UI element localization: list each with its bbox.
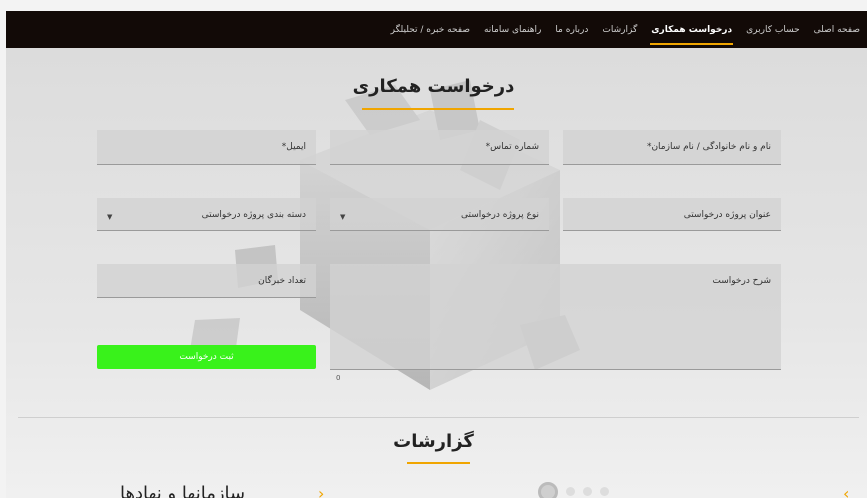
- experts-count-field[interactable]: تعداد خبرگان: [97, 264, 316, 298]
- reports-title: گزارشات: [393, 431, 474, 452]
- project-title-label: عنوان پروژه درخواستی: [683, 210, 771, 220]
- caret-down-icon: ▼: [107, 213, 113, 221]
- nav-item-cooperation-request[interactable]: درخواست همکاری: [644, 11, 739, 48]
- chevron-right-icon[interactable]: ›: [843, 484, 849, 498]
- email-field-label: ایمیل*: [281, 142, 306, 152]
- phone-field-label: شماره تماس*: [485, 142, 539, 152]
- project-category-label: دسته بندی پروژه درخواستی: [201, 210, 306, 220]
- carousel-dot[interactable]: [600, 487, 609, 496]
- name-field[interactable]: نام و نام خانوادگی / نام سازمان*: [563, 130, 781, 165]
- top-navbar: صفحه اصلی حساب کاربری درخواست همکاری گزا…: [6, 11, 867, 48]
- nav-item-account[interactable]: حساب کاربری: [739, 11, 807, 48]
- email-field[interactable]: ایمیل*: [97, 130, 316, 165]
- project-type-label: نوع پروژه درخواستی: [461, 210, 539, 220]
- name-field-label: نام و نام خانوادگی / نام سازمان*: [646, 142, 771, 152]
- carousel-dot[interactable]: [538, 482, 558, 498]
- nav-item-guide[interactable]: راهنمای سامانه: [477, 11, 548, 48]
- submit-button[interactable]: ثبت درخواست: [97, 345, 316, 369]
- nav-item-home[interactable]: صفحه اصلی: [807, 11, 867, 48]
- project-title-field[interactable]: عنوان پروژه درخواستی: [563, 198, 781, 231]
- nav-item-about[interactable]: درباره ما: [548, 11, 595, 48]
- project-category-select[interactable]: دسته بندی پروژه درخواستی ▼: [97, 198, 316, 231]
- report-card-heading: سازمانها و نهادها: [120, 483, 246, 498]
- project-type-select[interactable]: نوع پروژه درخواستی ▼: [330, 198, 549, 231]
- description-label: شرح درخواست: [712, 276, 771, 286]
- nav-item-reports[interactable]: گزارشات: [595, 11, 644, 48]
- reports-underline: [407, 462, 470, 464]
- nav-item-expert-page[interactable]: صفحه خبره / تحلیلگر: [384, 11, 477, 48]
- chevron-left-icon[interactable]: ‹: [318, 484, 324, 498]
- section-divider: [18, 417, 859, 418]
- main-nav: صفحه اصلی حساب کاربری درخواست همکاری گزا…: [384, 11, 867, 48]
- carousel-dots: [538, 482, 609, 498]
- carousel-dot[interactable]: [583, 487, 592, 496]
- experts-count-label: تعداد خبرگان: [258, 276, 306, 286]
- description-textarea[interactable]: شرح درخواست: [330, 264, 781, 370]
- caret-down-icon: ▼: [340, 213, 346, 221]
- char-counter: 0: [336, 374, 341, 382]
- carousel-dot[interactable]: [566, 487, 575, 496]
- phone-field[interactable]: شماره تماس*: [330, 130, 549, 165]
- title-underline: [362, 108, 514, 110]
- page-title: درخواست همکاری: [352, 76, 515, 97]
